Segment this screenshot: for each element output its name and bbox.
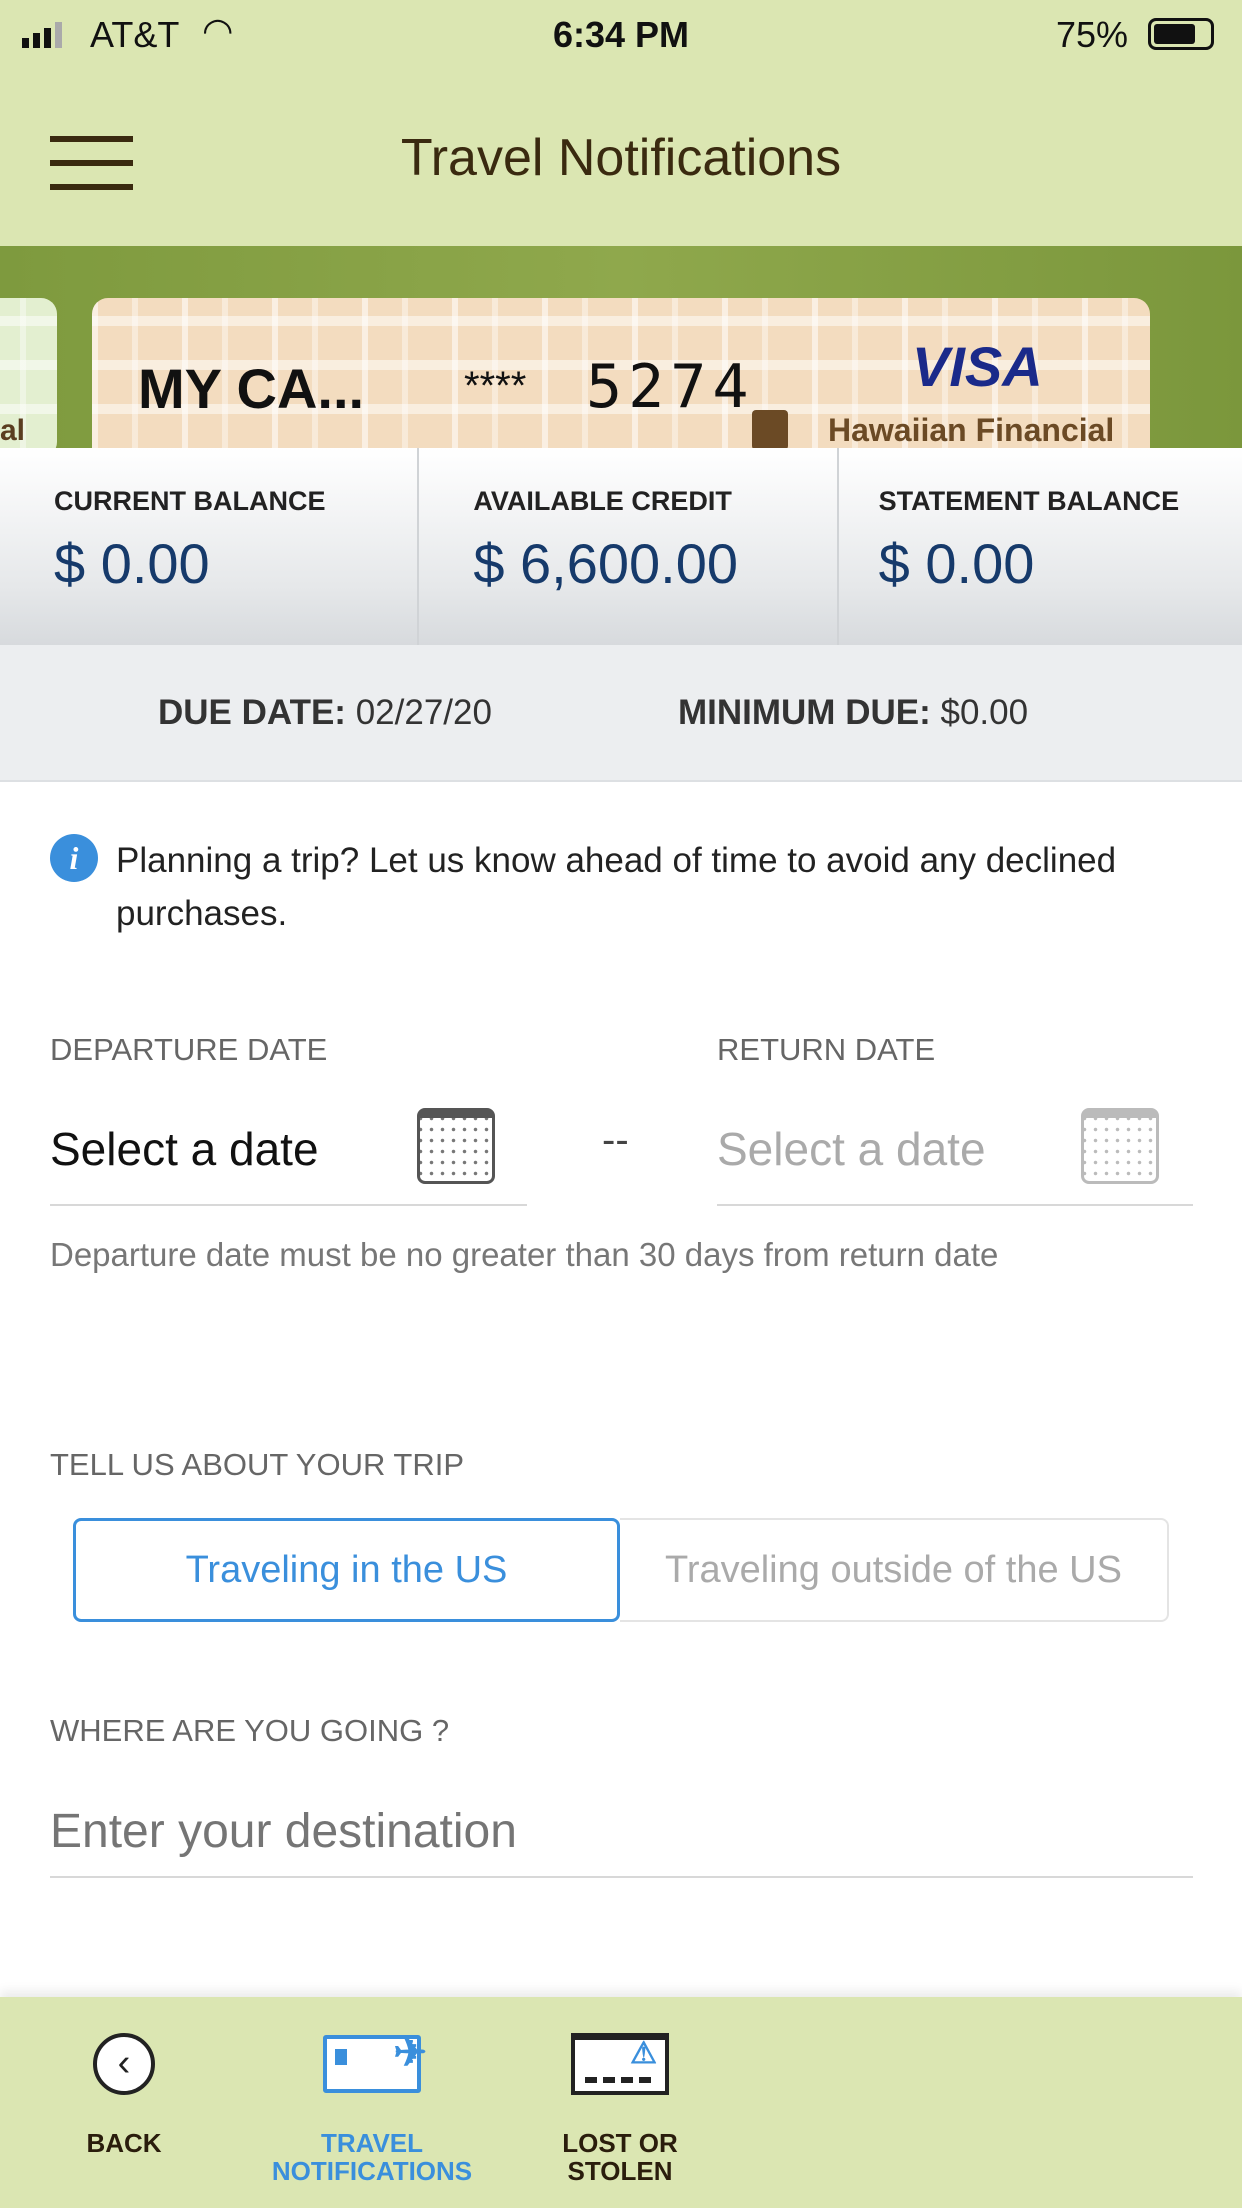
departure-date-field[interactable]: Select a date bbox=[50, 1100, 527, 1206]
battery-percent: 75% bbox=[1056, 14, 1129, 55]
due-date-value: 02/27/20 bbox=[355, 693, 492, 732]
credit-card[interactable]: MY CA... **** 5274 VISA Hawaiian Financi… bbox=[92, 298, 1150, 458]
card-plane-icon: ✈ bbox=[323, 2033, 427, 2093]
card-mask: **** bbox=[464, 364, 527, 408]
return-date-field[interactable]: Select a date bbox=[717, 1100, 1193, 1206]
card-name: MY CA... bbox=[138, 357, 365, 420]
minimum-due-value: $0.00 bbox=[940, 693, 1029, 732]
due-info: DUE DATE: 02/27/20 MINIMUM DUE: $0.00 bbox=[0, 645, 1242, 782]
traveling-in-us-option[interactable]: Traveling in the US bbox=[73, 1518, 620, 1622]
departure-date-value: Select a date bbox=[50, 1123, 319, 1175]
previous-card[interactable]: al bbox=[0, 298, 57, 458]
statement-balance: STATEMENT BALANCE $ 0.00 bbox=[878, 486, 1180, 595]
card-carousel[interactable]: al MY CA... **** 5274 VISA Hawaiian Fina… bbox=[0, 246, 1242, 458]
trip-type-toggle: Traveling in the US Traveling outside of… bbox=[73, 1518, 1169, 1622]
minimum-due-label: MINIMUM DUE: bbox=[678, 693, 931, 732]
info-icon: i bbox=[50, 834, 98, 882]
destination-input[interactable] bbox=[50, 1786, 1193, 1878]
header: Travel Notifications bbox=[0, 70, 1242, 246]
nav-travel-notifications[interactable]: ✈ TRAVEL NOTIFICATIONS bbox=[262, 2033, 482, 2185]
info-message: Planning a trip? Let us know ahead of ti… bbox=[116, 841, 1117, 933]
issuer-logo bbox=[752, 410, 788, 450]
current-balance: CURRENT BALANCE $ 0.00 bbox=[0, 448, 420, 645]
return-date-label: RETURN DATE bbox=[717, 1032, 936, 1067]
bottom-nav: ‹ BACK ✈ TRAVEL NOTIFICATIONS ⚠ LOST OR … bbox=[0, 1997, 1242, 2208]
destination-label: WHERE ARE YOU GOING ? bbox=[50, 1713, 450, 1748]
visa-logo: VISA bbox=[912, 335, 1043, 398]
calendar-icon[interactable] bbox=[417, 1108, 495, 1184]
status-bar: AT&T ◠ 6:34 PM 75% bbox=[0, 0, 1242, 70]
balance-summary: CURRENT BALANCE $ 0.00 AVAILABLE CREDIT $ … bbox=[0, 448, 1242, 645]
due-date-label: DUE DATE: bbox=[158, 693, 346, 732]
date-hint: Departure date must be no greater than 3… bbox=[50, 1236, 999, 1273]
page-title: Travel Notifications bbox=[400, 129, 842, 187]
trip-type-label: TELL US ABOUT YOUR TRIP bbox=[50, 1447, 465, 1482]
return-date-placeholder: Select a date bbox=[717, 1123, 986, 1175]
card-last4: 5274 bbox=[586, 352, 755, 422]
nav-lost-or-stolen[interactable]: ⚠ LOST OR STOLEN bbox=[540, 2033, 700, 2185]
battery-icon bbox=[1148, 18, 1214, 50]
available-credit: AVAILABLE CREDIT $ 6,600.00 bbox=[419, 448, 839, 645]
departure-date-label: DEPARTURE DATE bbox=[50, 1032, 328, 1067]
traveling-outside-us-option[interactable]: Traveling outside of the US bbox=[620, 1518, 1169, 1622]
nav-back[interactable]: ‹ BACK bbox=[54, 2033, 194, 2157]
date-separator: -- bbox=[602, 1118, 629, 1162]
back-circle-icon: ‹ bbox=[93, 2033, 155, 2095]
issuer-name: Hawaiian Financial bbox=[828, 412, 1115, 448]
calendar-icon[interactable] bbox=[1081, 1108, 1159, 1184]
card-warning-icon: ⚠ bbox=[571, 2033, 669, 2095]
